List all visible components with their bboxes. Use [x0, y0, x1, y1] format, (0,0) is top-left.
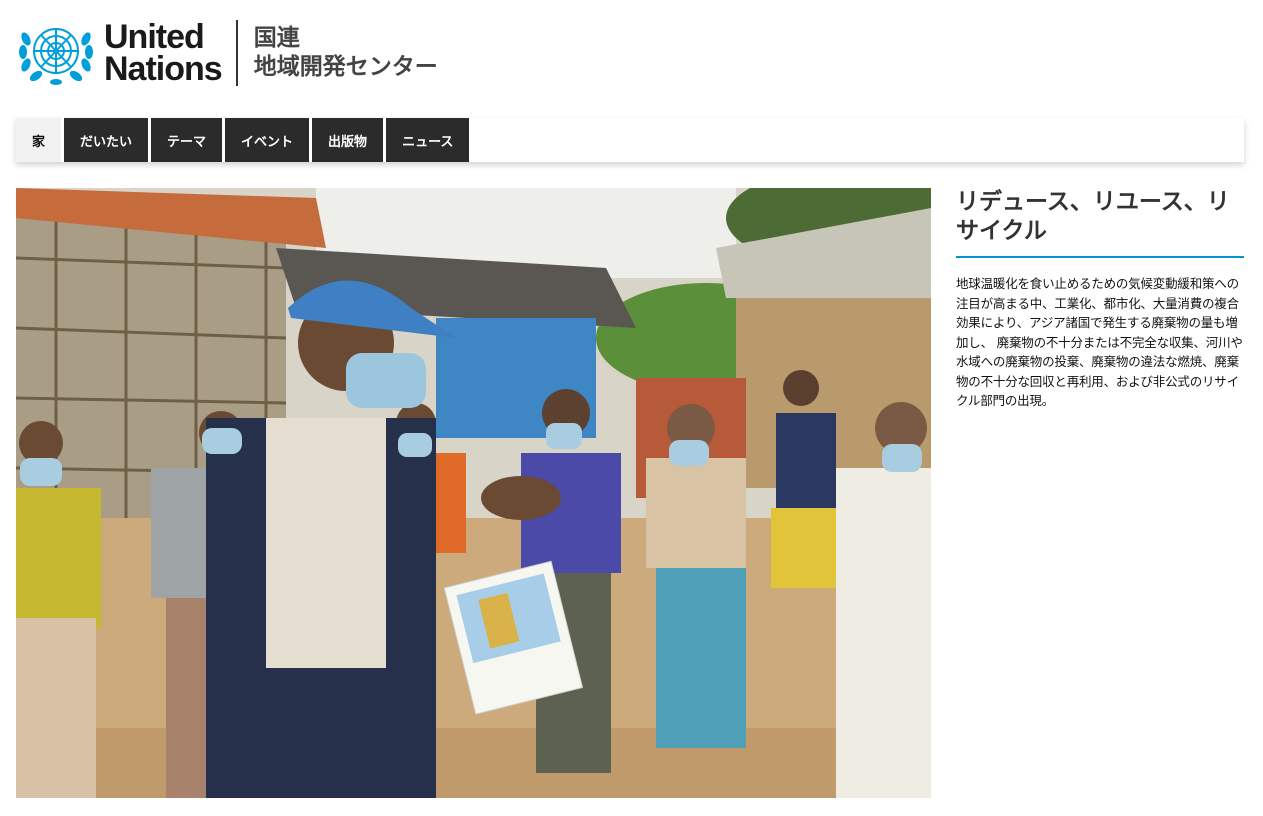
nav-item-home[interactable]: 家: [16, 118, 61, 162]
article-body: 地球温暖化を食い止めるための気候変動緩和策への注目が高まる中、工業化、都市化、大…: [956, 276, 1243, 408]
wordmark-line1: United: [104, 18, 205, 56]
center-name: 国連 地域開発センター: [254, 24, 438, 82]
center-name-line1: 国連: [253, 25, 300, 51]
article-sidebar: リデュース、リユース、リサイクル 地球温暖化を食い止めるための気候変動緩和策への…: [956, 188, 1244, 411]
nav-item-themes[interactable]: テーマ: [151, 118, 223, 162]
site-header: United Nations 国連 地域開発センター: [16, 18, 438, 88]
nav-item-events[interactable]: イベント: [225, 118, 310, 162]
main-nav: 家 だいたい テーマ イベント 出版物 ニュース: [16, 118, 1244, 162]
header-divider: [235, 20, 238, 86]
nav-item-news[interactable]: ニュース: [386, 118, 470, 162]
nav-item-publications[interactable]: 出版物: [312, 118, 384, 162]
un-wordmark[interactable]: United Nations: [104, 18, 223, 88]
nav-item-about[interactable]: だいたい: [64, 118, 149, 162]
hero-photo-illustration: [16, 188, 931, 798]
title-divider: [956, 256, 1244, 258]
center-name-line2: 地域開発センター: [253, 54, 438, 80]
un-emblem-icon[interactable]: [16, 19, 96, 87]
hero-photo: [16, 188, 931, 798]
wordmark-line2: Nations: [104, 50, 223, 88]
article-title[interactable]: リデュース、リユース、リサイクル: [956, 188, 1244, 256]
